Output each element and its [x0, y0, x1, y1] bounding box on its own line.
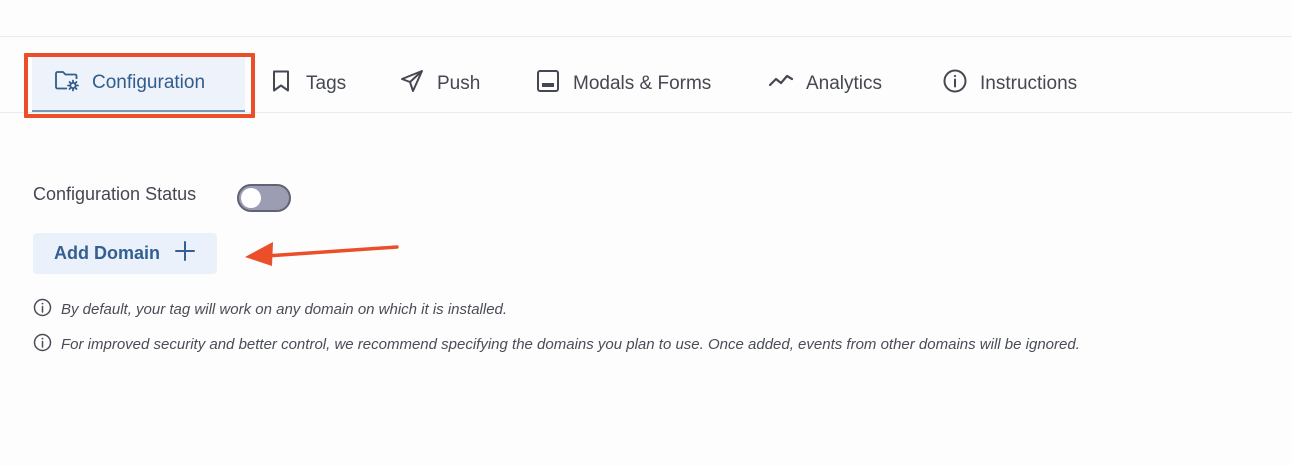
info-note-text: For improved security and better control…: [61, 336, 1080, 353]
info-circle-icon: [942, 68, 968, 100]
tab-configuration[interactable]: Configuration: [32, 56, 245, 112]
send-icon: [399, 68, 425, 100]
bookmark-icon: [268, 68, 294, 100]
info-icon: [33, 333, 52, 356]
configuration-status-row: Configuration Status: [33, 184, 291, 212]
tab-label: Configuration: [92, 72, 206, 93]
tab-label: Instructions: [980, 73, 1078, 94]
tab-label: Push: [437, 73, 481, 94]
info-note: For improved security and better control…: [33, 333, 1080, 356]
info-note: By default, your tag will work on any do…: [33, 298, 507, 321]
trend-line-icon: [768, 68, 794, 100]
add-domain-label: Add Domain: [54, 243, 160, 263]
tab-instructions[interactable]: Instructions: [942, 56, 1077, 112]
tab-push[interactable]: Push: [399, 56, 480, 112]
arrow-annotation: [245, 242, 399, 266]
tab-modals-forms[interactable]: Modals & Forms: [535, 56, 711, 112]
top-divider: [0, 36, 1292, 37]
tab-divider: [0, 112, 1292, 113]
tab-label: Analytics: [806, 73, 883, 94]
toggle-knob: [241, 188, 261, 208]
plus-icon: [174, 240, 196, 267]
add-domain-button[interactable]: Add Domain: [33, 233, 217, 274]
tab-analytics[interactable]: Analytics: [768, 56, 882, 112]
modal-window-icon: [535, 68, 561, 100]
tab-label: Tags: [306, 73, 347, 94]
configuration-status-label: Configuration Status: [33, 184, 197, 204]
info-icon: [33, 298, 52, 321]
tab-bar: Configuration Tags Push Modals & Forms A…: [0, 56, 1292, 112]
configuration-status-toggle[interactable]: [237, 184, 291, 212]
info-note-text: By default, your tag will work on any do…: [61, 301, 508, 318]
tab-tags[interactable]: Tags: [268, 56, 346, 112]
folder-gear-icon: [54, 67, 80, 99]
tab-label: Modals & Forms: [573, 73, 712, 94]
